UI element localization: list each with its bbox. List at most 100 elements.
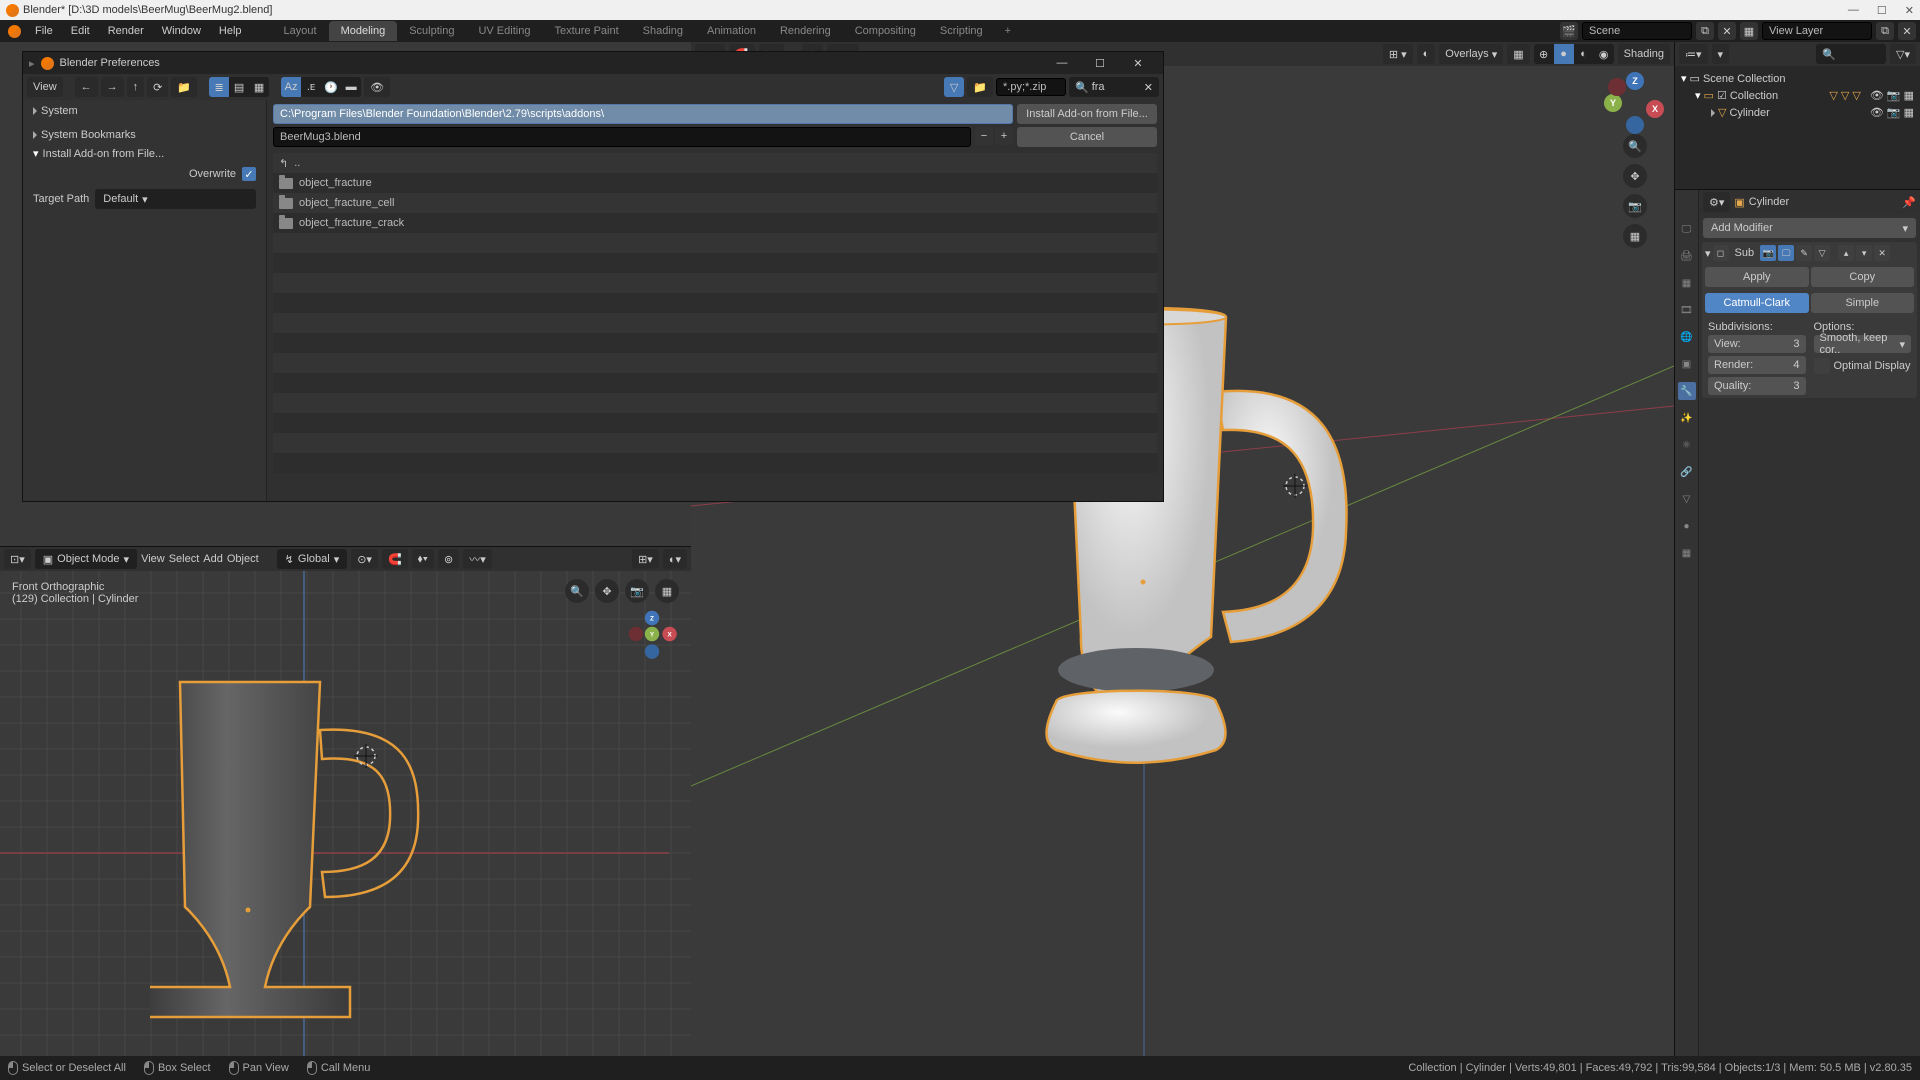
gizmo-ortho-left-icon[interactable]: ▦ <box>655 579 679 603</box>
vp-proportional-toggle[interactable]: ⊚ <box>438 549 459 569</box>
filebrowser-increment-button[interactable]: + <box>995 127 1013 145</box>
tab-constraints-icon[interactable]: 🔗 <box>1678 463 1696 481</box>
mod-catmull-button[interactable]: Catmull-Clark <box>1705 293 1809 313</box>
menu-help[interactable]: Help <box>211 22 250 40</box>
outliner-root-row[interactable]: ▾ ▭ Scene Collection <box>1681 70 1914 87</box>
tab-physics-icon[interactable]: ⚛ <box>1678 436 1696 454</box>
tab-mesh-icon[interactable]: ▽ <box>1678 490 1696 508</box>
fb-filter-ext-field[interactable]: *.py;*.zip <box>996 78 1066 96</box>
fb-back-button[interactable]: ← <box>75 77 98 97</box>
mod-optimal-checkbox[interactable] <box>1814 358 1830 374</box>
vp-menu-view[interactable]: View <box>141 553 165 565</box>
fb-view-menu[interactable]: View <box>27 77 63 97</box>
fb-forward-button[interactable]: → <box>101 77 124 97</box>
fb-display-list[interactable]: ≣ <box>209 77 229 97</box>
gizmo-zoom-icon[interactable]: 🔍 <box>1623 134 1647 158</box>
mod-remove-button[interactable]: ✕ <box>1874 245 1890 261</box>
vp-menu-select[interactable]: Select <box>169 553 200 565</box>
mode-dropdown[interactable]: ▣ Object Mode ▾ <box>35 549 137 569</box>
outliner-search[interactable]: 🔍 <box>1816 44 1886 64</box>
dialog-minimize-button[interactable]: — <box>1043 53 1081 73</box>
tab-viewlayer-icon[interactable]: ▦ <box>1678 274 1696 292</box>
axis-x[interactable]: X <box>1646 100 1664 118</box>
viewport-3d-left[interactable]: ⊡▾ ▣ Object Mode ▾ View Select Add Objec… <box>0 546 691 1056</box>
mod-cage-toggle[interactable]: ▽ <box>1814 245 1830 261</box>
mod-editmode-toggle[interactable]: ✎ <box>1796 245 1812 261</box>
mod-view-field[interactable]: View:3 <box>1708 335 1806 353</box>
mod-apply-button[interactable]: Apply <box>1705 267 1809 287</box>
fb-target-dropdown[interactable]: Default ▾ <box>95 189 256 209</box>
ws-modeling[interactable]: Modeling <box>329 21 398 41</box>
file-row-fracture-cell[interactable]: object_fracture_cell <box>273 193 1157 213</box>
tab-texture-icon[interactable]: ▦ <box>1678 544 1696 562</box>
scene-new-button[interactable]: ⧉ <box>1696 22 1714 40</box>
fb-sort-time[interactable]: 🕐 <box>321 77 341 97</box>
gizmo-ortho-icon[interactable]: ▦ <box>1623 224 1647 248</box>
mod-simple-button[interactable]: Simple <box>1811 293 1915 313</box>
gizmo-camera-icon[interactable]: 📷 <box>1623 194 1647 218</box>
fb-newfolder-button[interactable]: 📁 <box>171 77 197 97</box>
mod-render-toggle[interactable]: 📷 <box>1760 245 1776 261</box>
fb-display-thumb[interactable]: ▦ <box>249 77 269 97</box>
shading-solid-button[interactable]: ● <box>1554 44 1574 64</box>
vp-gizmo-dropdown[interactable]: ⊞▾ <box>632 549 659 569</box>
properties-editor-type[interactable]: ⚙▾ <box>1703 192 1730 212</box>
fb-sort-size[interactable]: ▬ <box>341 77 361 97</box>
tab-world-icon[interactable]: 🌐 <box>1678 328 1696 346</box>
tab-object-icon[interactable]: ▣ <box>1678 355 1696 373</box>
scene-delete-button[interactable]: ✕ <box>1718 22 1736 40</box>
menu-file[interactable]: File <box>27 22 61 40</box>
viewlayer-delete-button[interactable]: ✕ <box>1898 22 1916 40</box>
fb-filter-folder-toggle[interactable]: 📁 <box>967 77 993 97</box>
fb-refresh-button[interactable]: ⟳ <box>147 77 168 97</box>
tab-render-icon[interactable]: 🖵 <box>1678 220 1696 238</box>
mod-render-field[interactable]: Render:4 <box>1708 356 1806 374</box>
mod-optimal-row[interactable]: Optimal Display <box>1814 356 1912 376</box>
fb-sort-alpha[interactable]: Aᴢ <box>281 77 301 97</box>
scene-browse-icon[interactable]: 🎬 <box>1560 22 1578 40</box>
fb-display-short[interactable]: ▤ <box>229 77 249 97</box>
viewlayer-name-field[interactable]: View Layer <box>1762 22 1872 40</box>
dialog-close-button[interactable]: ✕ <box>1119 53 1157 73</box>
menu-window[interactable]: Window <box>154 22 209 40</box>
fb-up-button[interactable]: ↑ <box>127 77 145 97</box>
tab-material-icon[interactable]: ● <box>1678 517 1696 535</box>
vp-overlay-dropdown[interactable]: ◐▾ <box>663 549 687 569</box>
gizmo-pan-icon[interactable]: ✥ <box>1623 164 1647 188</box>
orientation-dropdown[interactable]: ↯ Global ▾ <box>277 549 348 569</box>
window-maximize-button[interactable]: ☐ <box>1877 4 1887 17</box>
filebrowser-cancel-button[interactable]: Cancel <box>1017 127 1157 147</box>
dialog-back-icon[interactable]: ▸ <box>29 57 35 70</box>
mod-viewport-toggle[interactable]: 🖵 <box>1778 245 1794 261</box>
axis-z[interactable]: Z <box>1626 72 1644 90</box>
menu-render[interactable]: Render <box>100 22 152 40</box>
filebrowser-filename-field[interactable]: BeerMug3.blend <box>273 127 971 147</box>
tab-particles-icon[interactable]: ✨ <box>1678 409 1696 427</box>
fb-side-install[interactable]: ▾Install Add-on from File... <box>23 144 266 163</box>
axis-y[interactable]: Y <box>1604 94 1622 112</box>
overlays-dropdown[interactable]: Overlays ▾ <box>1439 44 1503 64</box>
shading-lookdev-button[interactable]: ◐ <box>1574 44 1594 64</box>
ws-shading[interactable]: Shading <box>631 21 695 41</box>
dialog-titlebar[interactable]: ▸ Blender Preferences — ☐ ✕ <box>23 52 1163 74</box>
tab-scene-icon[interactable]: 🎞 <box>1678 301 1696 319</box>
mod-movedown-button[interactable]: ▾ <box>1856 245 1872 261</box>
fb-overwrite-checkbox[interactable]: ✓ <box>242 167 256 181</box>
vp-menu-add[interactable]: Add <box>203 553 223 565</box>
mod-copy-button[interactable]: Copy <box>1811 267 1915 287</box>
file-row-fracture[interactable]: object_fracture <box>273 173 1157 193</box>
vp-snap-toggle[interactable]: 🧲 <box>382 549 408 569</box>
outliner-editor-type[interactable]: ≔▾ <box>1679 44 1708 64</box>
scene-name-field[interactable]: Scene <box>1582 22 1692 40</box>
ws-texturepaint[interactable]: Texture Paint <box>542 21 630 41</box>
outliner-filter[interactable]: ▽▾ <box>1890 44 1916 64</box>
menu-edit[interactable]: Edit <box>63 22 98 40</box>
fb-sort-ext[interactable]: .ᴇ <box>301 77 321 97</box>
ws-animation[interactable]: Animation <box>695 21 768 41</box>
tab-modifiers-icon[interactable]: 🔧 <box>1678 382 1696 400</box>
nav-gizmo[interactable]: Z Y X <box>1608 74 1662 128</box>
ws-layout[interactable]: Layout <box>272 21 329 41</box>
fb-filter-toggle[interactable]: ▽ <box>944 77 964 97</box>
file-row-fracture-crack[interactable]: object_fracture_crack <box>273 213 1157 233</box>
ws-uvediting[interactable]: UV Editing <box>466 21 542 41</box>
